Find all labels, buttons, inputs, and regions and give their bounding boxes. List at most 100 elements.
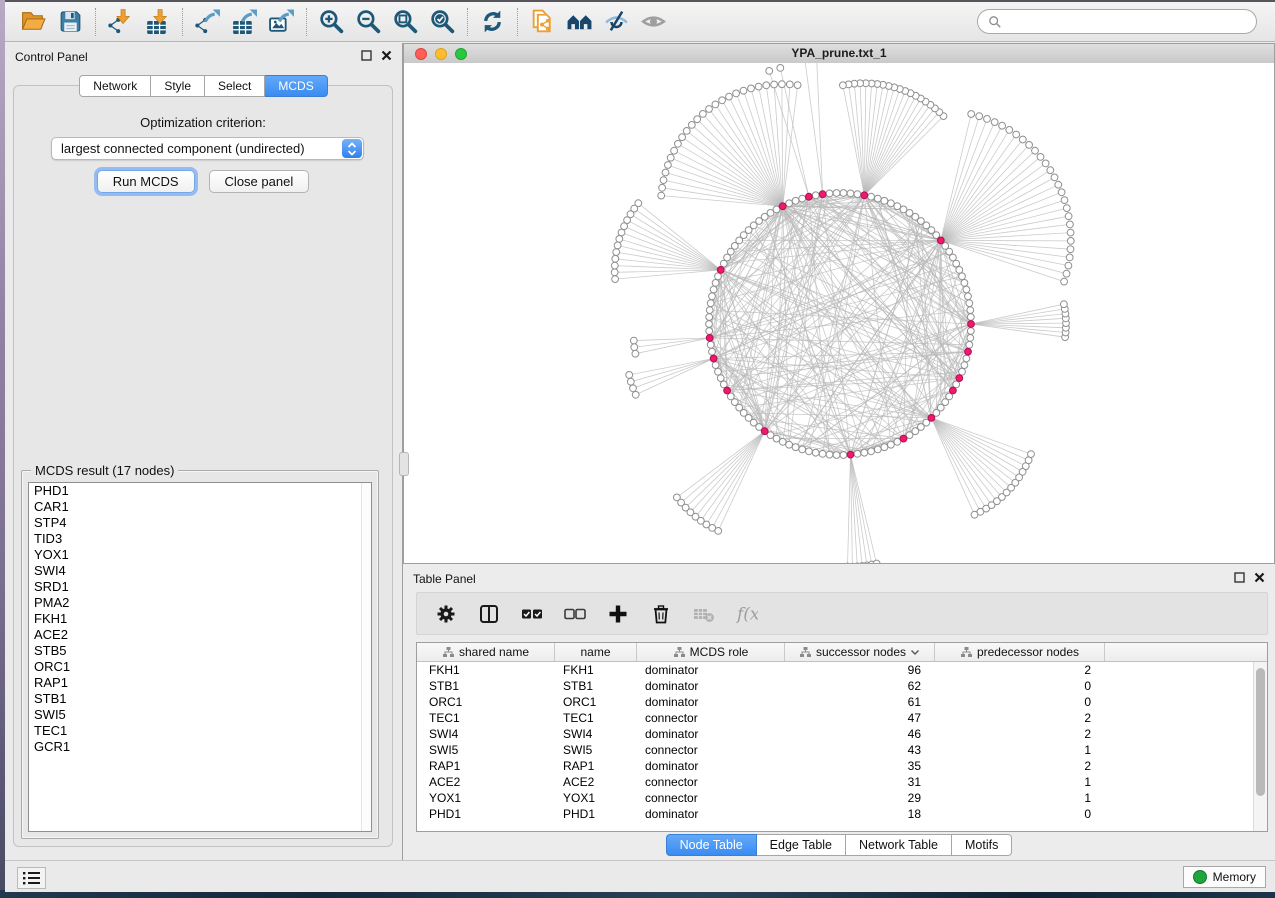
tab-select[interactable]: Select: [205, 75, 265, 97]
mcds-node-item[interactable]: STP4: [29, 515, 371, 531]
save-button[interactable]: [52, 6, 89, 38]
network-graph[interactable]: [404, 63, 1274, 563]
tab-motifs[interactable]: Motifs: [952, 834, 1012, 856]
mcds-node-item[interactable]: YOX1: [29, 547, 371, 563]
mcds-node-item[interactable]: ACE2: [29, 627, 371, 643]
add-column-button[interactable]: [606, 602, 630, 626]
table-row[interactable]: YOX1YOX1connector291: [417, 790, 1254, 806]
mcds-node-item[interactable]: RAP1: [29, 675, 371, 691]
table-row[interactable]: STB1STB1dominator620: [417, 678, 1254, 694]
close-panel-icon[interactable]: [381, 50, 392, 61]
column-header-predecessor-nodes[interactable]: predecessor nodes: [935, 643, 1105, 661]
hide-selected-button[interactable]: [598, 6, 635, 38]
graph-node: [706, 328, 713, 335]
settings-button[interactable]: [434, 602, 458, 626]
table-row[interactable]: SWI4SWI4dominator462: [417, 726, 1254, 742]
mcds-node-item[interactable]: SWI5: [29, 707, 371, 723]
task-history-button[interactable]: [17, 867, 46, 889]
graph-node: [1061, 197, 1068, 204]
network-window-titlebar[interactable]: YPA_prune.txt_1: [404, 44, 1274, 64]
deselect-all-button[interactable]: [563, 602, 587, 626]
float-table-panel-icon[interactable]: [1234, 572, 1245, 583]
export-network-button[interactable]: [189, 6, 226, 38]
search-input[interactable]: [1006, 11, 1250, 33]
float-panel-icon[interactable]: [361, 50, 372, 61]
export-image-button[interactable]: [263, 6, 300, 38]
graph-node: [1051, 174, 1058, 181]
mcds-node-item[interactable]: GCR1: [29, 739, 371, 755]
export-table-button[interactable]: [226, 6, 263, 38]
show-hidden-button[interactable]: [635, 6, 672, 38]
memory-button[interactable]: Memory: [1183, 866, 1266, 888]
select-all-button[interactable]: [520, 602, 544, 626]
layout-refresh-button[interactable]: [474, 6, 511, 38]
mcds-node-item[interactable]: TEC1: [29, 723, 371, 739]
mcds-node-item[interactable]: STB5: [29, 643, 371, 659]
mcds-node-item[interactable]: SWI4: [29, 563, 371, 579]
tab-network[interactable]: Network: [79, 75, 151, 97]
tab-network-table[interactable]: Network Table: [846, 834, 952, 856]
table-row[interactable]: FKH1FKH1dominator962: [417, 662, 1254, 678]
table-row[interactable]: PHD1PHD1dominator180: [417, 806, 1254, 822]
import-network-button[interactable]: [102, 6, 139, 38]
network-canvas[interactable]: [404, 63, 1274, 563]
table-row[interactable]: RAP1RAP1dominator352: [417, 758, 1254, 774]
table-row[interactable]: ORC1ORC1dominator610: [417, 694, 1254, 710]
tab-node-table[interactable]: Node Table: [666, 834, 757, 856]
control-panel: Control Panel NetworkStyleSelectMCDS Opt…: [5, 43, 403, 860]
tab-edge-table[interactable]: Edge Table: [757, 834, 846, 856]
table-scrollbar[interactable]: [1253, 662, 1267, 831]
mcds-node-item[interactable]: CAR1: [29, 499, 371, 515]
table-cell: YOX1: [417, 790, 555, 806]
mcds-node-item[interactable]: SRD1: [29, 579, 371, 595]
search-field[interactable]: [977, 9, 1257, 34]
column-panel-button[interactable]: [477, 602, 501, 626]
graph-node: [719, 97, 726, 104]
tab-style[interactable]: Style: [151, 75, 205, 97]
open-button[interactable]: [15, 6, 52, 38]
mcds-node-item[interactable]: FKH1: [29, 611, 371, 627]
graph-nodes[interactable]: [611, 63, 1074, 563]
column-header-MCDS-role[interactable]: MCDS role: [637, 643, 785, 661]
minimize-window-icon[interactable]: [435, 48, 447, 60]
optimization-criterion-select[interactable]: largest connected component (undirected): [51, 137, 364, 160]
graph-node: [833, 452, 840, 459]
mcds-node-item[interactable]: PHD1: [29, 483, 371, 499]
mcds-node-item[interactable]: ORC1: [29, 659, 371, 675]
table-row[interactable]: ACE2ACE2connector311: [417, 774, 1254, 790]
graph-node: [611, 269, 618, 276]
column-header-shared-name[interactable]: shared name: [417, 643, 555, 661]
column-header-successor-nodes[interactable]: successor nodes: [785, 643, 935, 661]
delete-column-button[interactable]: [649, 602, 673, 626]
home-networks-button[interactable]: [561, 6, 598, 38]
graph-node: [792, 197, 799, 204]
splitter-handle[interactable]: [399, 452, 409, 476]
mcds-list-scrollbar[interactable]: [361, 483, 371, 831]
duplicate-network-button[interactable]: [524, 6, 561, 38]
tab-mcds[interactable]: MCDS: [265, 75, 327, 97]
mcds-node-item[interactable]: STB1: [29, 691, 371, 707]
table-row[interactable]: SWI5SWI5connector431: [417, 742, 1254, 758]
run-mcds-button[interactable]: Run MCDS: [97, 170, 195, 193]
graph-node: [720, 260, 727, 267]
maximize-window-icon[interactable]: [455, 48, 467, 60]
mcds-hub-node: [950, 387, 957, 394]
table-row[interactable]: TEC1TEC1connector472: [417, 710, 1254, 726]
column-label: MCDS role: [690, 645, 749, 659]
zoom-fit-button[interactable]: [387, 6, 424, 38]
zoom-selected-button[interactable]: [424, 6, 461, 38]
mcds-node-item[interactable]: TID3: [29, 531, 371, 547]
zoom-in-button[interactable]: [313, 6, 350, 38]
graph-node: [967, 307, 974, 314]
mcds-node-item[interactable]: PMA2: [29, 595, 371, 611]
close-window-icon[interactable]: [415, 48, 427, 60]
zoom-out-button[interactable]: [350, 6, 387, 38]
mcds-hub-node: [779, 203, 786, 210]
close-table-panel-icon[interactable]: [1254, 572, 1265, 583]
table-cell: PHD1: [555, 806, 637, 822]
import-table-button[interactable]: [139, 6, 176, 38]
graph-node: [1028, 451, 1035, 458]
close-panel-button[interactable]: Close panel: [209, 170, 310, 193]
table-scrollbar-thumb[interactable]: [1256, 668, 1265, 796]
column-header-name[interactable]: name: [555, 643, 637, 661]
